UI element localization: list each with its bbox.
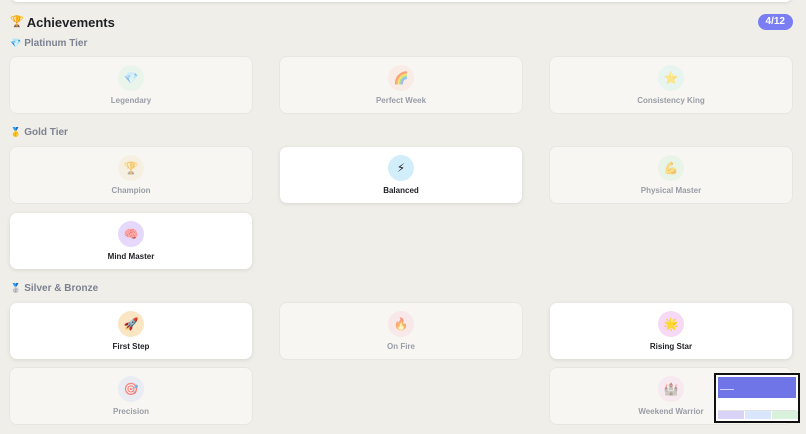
- achievement-label: Physical Master: [640, 186, 702, 195]
- glowing-star-icon: 🌟: [658, 311, 684, 337]
- medal-icon: 🥇: [10, 127, 22, 137]
- lightning-icon: ⚡: [388, 155, 414, 181]
- page-minimap[interactable]: [714, 373, 800, 423]
- tier-label-gold: 🥇 Gold Tier: [10, 127, 68, 138]
- achievement-card-consistency-king[interactable]: ⭐ Consistency King: [550, 57, 792, 113]
- achievement-label: Precision: [112, 407, 149, 416]
- trophy-icon: 🏆: [118, 155, 144, 181]
- achievement-label: Champion: [111, 186, 151, 195]
- achievement-card-balanced[interactable]: ⚡ Balanced: [280, 147, 522, 203]
- achievements-header: 🏆 Achievements 4/12: [10, 13, 793, 31]
- achievement-card-rising-star[interactable]: 🌟 Rising Star: [550, 303, 792, 359]
- achievement-label: Balanced: [383, 186, 419, 195]
- gem-icon: 💎: [10, 38, 22, 48]
- achievement-card-mind-master[interactable]: 🧠 Mind Master: [10, 213, 252, 269]
- achievement-card-first-step[interactable]: 🚀 First Step: [10, 303, 252, 359]
- achievement-card-perfect-week[interactable]: 🌈 Perfect Week: [280, 57, 522, 113]
- achievement-label: First Step: [112, 342, 150, 351]
- brain-icon: 🧠: [118, 221, 144, 247]
- page-title: Achievements: [26, 14, 115, 30]
- achievement-label: On Fire: [386, 342, 415, 351]
- rainbow-icon: 🌈: [388, 65, 414, 91]
- fire-icon: 🔥: [388, 311, 414, 337]
- gem-icon: 💎: [118, 65, 144, 91]
- title-group: 🏆 Achievements: [10, 15, 115, 30]
- achievement-card-on-fire[interactable]: 🔥 On Fire: [280, 303, 522, 359]
- achievement-card-physical-master[interactable]: 💪 Physical Master: [550, 147, 792, 203]
- tier-label-text: Gold Tier: [24, 127, 68, 138]
- flexed-arm-icon: 💪: [658, 155, 684, 181]
- castle-icon: 🏰: [658, 376, 684, 402]
- trophy-icon: 🏆: [10, 15, 24, 28]
- previous-card-edge: [10, 0, 793, 2]
- medal-icon: 🥈: [10, 283, 22, 293]
- minimap-row: [718, 401, 796, 411]
- tier-label-text: Platinum Tier: [24, 38, 88, 49]
- tier-label-silver-bronze: 🥈 Silver & Bronze: [10, 283, 98, 294]
- tier-label-text: Silver & Bronze: [24, 283, 99, 294]
- achievement-card-precision[interactable]: 🎯 Precision: [10, 368, 252, 424]
- minimap-tab: [772, 411, 798, 419]
- achievement-card-champion[interactable]: 🏆 Champion: [10, 147, 252, 203]
- achievement-label: Perfect Week: [375, 96, 427, 105]
- minimap-tab: [718, 411, 744, 419]
- achievement-card-legendary[interactable]: 💎 Legendary: [10, 57, 252, 113]
- achievement-label: Rising Star: [649, 342, 693, 351]
- achievement-count-badge: 4/12: [757, 14, 793, 30]
- achievement-label: Legendary: [110, 96, 152, 105]
- achievement-label: Weekend Warrior: [638, 407, 704, 416]
- target-icon: 🎯: [118, 376, 144, 402]
- rocket-icon: 🚀: [118, 311, 144, 337]
- minimap-line: [720, 389, 734, 390]
- tier-label-platinum: 💎 Platinum Tier: [10, 38, 87, 49]
- minimap-hero: [718, 377, 796, 398]
- star-icon: ⭐: [658, 65, 684, 91]
- minimap-tab: [745, 411, 771, 419]
- achievement-label: Consistency King: [637, 96, 705, 105]
- achievement-label: Mind Master: [107, 252, 155, 261]
